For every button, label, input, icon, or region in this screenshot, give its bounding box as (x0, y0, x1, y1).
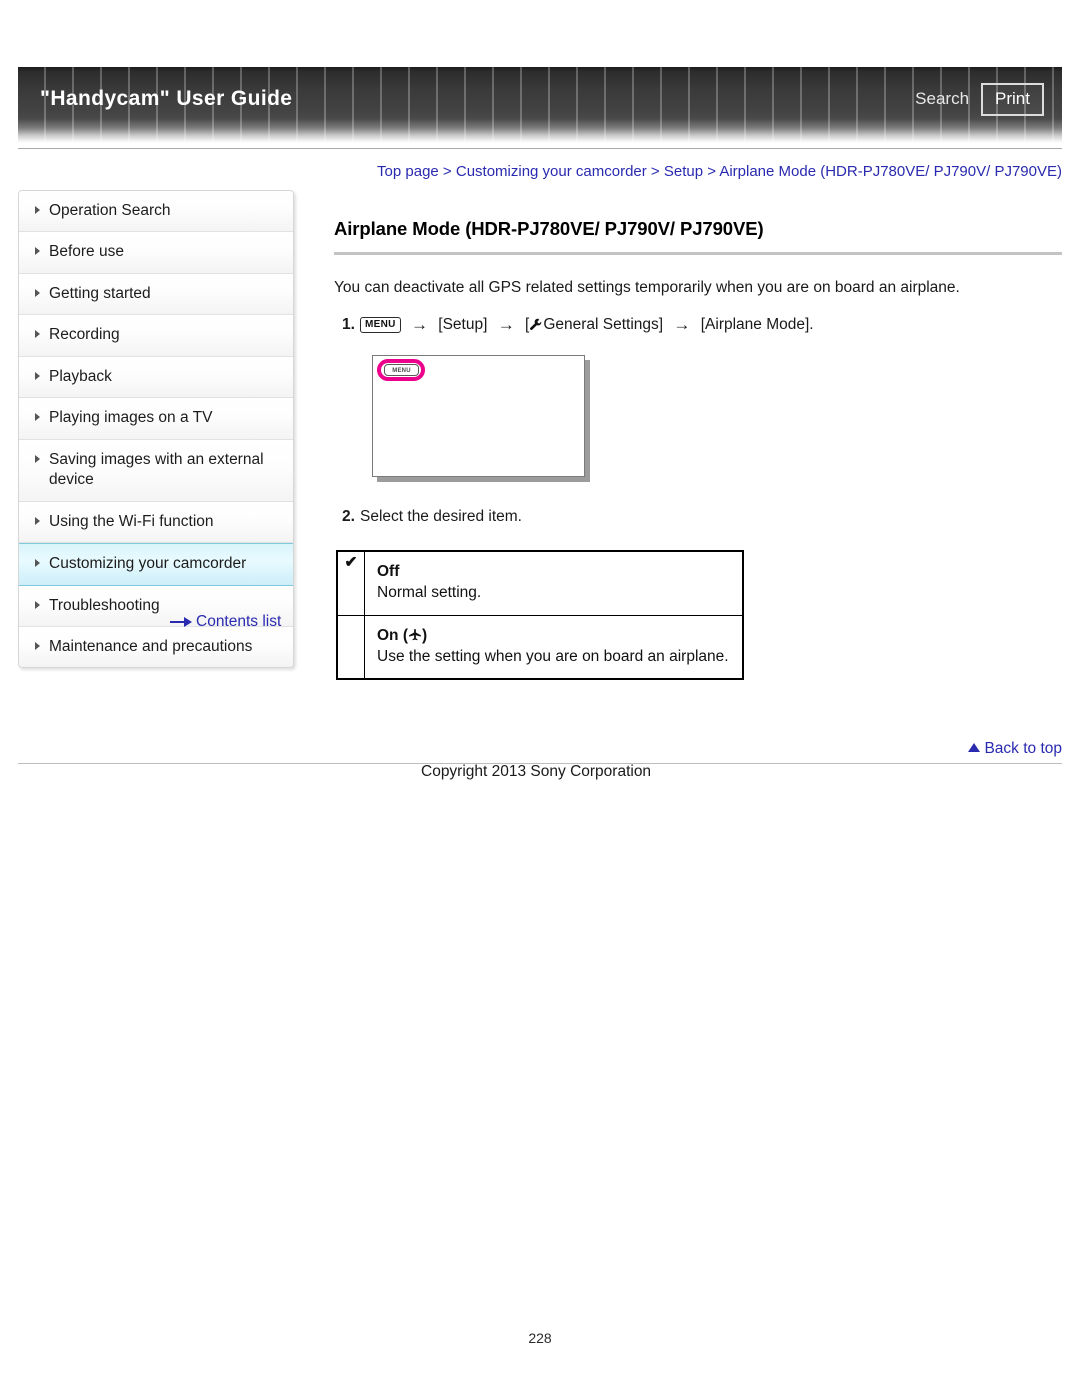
header-divider (18, 148, 1062, 149)
option-name: Off (377, 562, 400, 580)
bullet-icon (35, 413, 40, 422)
option-name-suffix: ) (422, 626, 428, 644)
bullet-icon (35, 288, 40, 297)
arrow-icon: → (497, 315, 515, 335)
sidebar-item-label: Playback (49, 367, 112, 385)
lcd-screen-illustration: MENU (372, 354, 590, 482)
table-row: ✔ Off Normal setting. (336, 550, 744, 616)
options-table: ✔ Off Normal setting. On () Use the sett… (336, 549, 744, 681)
sidebar-item-label: Operation Search (49, 202, 171, 219)
bullet-icon (35, 371, 40, 380)
sidebar-item-label: Playing images on a TV (49, 409, 213, 427)
step-2-number: 2. (342, 507, 355, 525)
option-description: Use the setting when you are on board an… (377, 648, 729, 666)
search-link[interactable]: Search (915, 89, 969, 109)
contents-list-link[interactable]: Contents list (170, 613, 281, 631)
step-1-airplane-mode-label: [Airplane Mode]. (700, 316, 814, 334)
sidebar-item-playback[interactable]: Playback (19, 356, 293, 399)
bullet-icon (35, 516, 40, 525)
contents-list-label: Contents list (196, 613, 282, 630)
step-2: 2. Select the desired item. (334, 505, 1062, 528)
sidebar-item-label: Maintenance and precautions (49, 637, 253, 655)
back-to-top-label: Back to top (984, 740, 1062, 757)
sidebar-item-before-use[interactable]: Before use (19, 232, 293, 274)
bullet-icon (35, 330, 40, 339)
step-1-number: 1. (342, 316, 355, 334)
step-1-setup-label: [Setup] (438, 316, 488, 334)
option-selected-check: ✔ (336, 550, 365, 616)
sidebar-item-label: Customizing your camcorder (49, 555, 247, 573)
menu-button-icon: MENU (360, 317, 401, 333)
page-title: Airplane Mode (HDR-PJ780VE/ PJ790V/ PJ79… (334, 218, 764, 239)
step-2-text: Select the desired item. (360, 507, 522, 525)
option-cell-off[interactable]: Off Normal setting. (364, 550, 744, 616)
header-banner: "Handycam" User Guide Search Print (18, 67, 1062, 143)
bullet-icon (35, 600, 40, 609)
option-cell-on[interactable]: On () Use the setting when you are on bo… (364, 614, 744, 680)
page-number: 228 (528, 1330, 552, 1346)
intro-paragraph: You can deactivate all GPS related setti… (334, 279, 960, 296)
copyright-text: Copyright 2013 Sony Corporation (421, 763, 652, 780)
arrow-icon: → (673, 315, 691, 335)
sidebar-item-label: Getting started (49, 284, 151, 302)
arrow-icon: → (410, 315, 428, 335)
bullet-icon (35, 454, 40, 463)
sidebar-navigation: Operation Search Before use Getting star… (18, 190, 294, 669)
sidebar-item-customizing-your-camcorder[interactable]: Customizing your camcorder (19, 543, 293, 586)
option-selected-check (336, 614, 365, 680)
bullet-icon (35, 559, 40, 568)
sidebar-item-label: Recording (49, 326, 120, 344)
bullet-icon (35, 247, 40, 256)
lcd-screen: MENU (372, 354, 585, 477)
arrow-right-icon (170, 617, 192, 627)
sidebar-item-label: Using the Wi-Fi function (49, 512, 214, 530)
header-actions: Search Print (915, 83, 1044, 116)
sidebar-item-recording[interactable]: Recording (19, 315, 293, 357)
sidebar-item-operation-search[interactable]: Operation Search (19, 191, 293, 233)
step-1: 1. MENU → [Setup] → [General Settings] →… (334, 313, 1062, 336)
option-name: On () (377, 625, 732, 646)
wrench-icon (530, 319, 542, 331)
step-1-general-settings-label: General Settings] (543, 316, 664, 334)
sidebar-item-saving-images-with-an-external-device[interactable]: Saving images with an external device (19, 439, 293, 502)
airplane-icon (409, 628, 421, 640)
title-divider (334, 252, 1062, 255)
sidebar-item-playing-images-on-a-tv[interactable]: Playing images on a TV (19, 398, 293, 440)
print-button[interactable]: Print (981, 83, 1044, 116)
bullet-icon (35, 206, 40, 214)
step-1-body: MENU → [Setup] → [General Settings] → [A… (360, 313, 1062, 336)
option-description: Normal setting. (377, 584, 482, 602)
breadcrumb[interactable]: Top page > Customizing your camcorder > … (334, 163, 1062, 180)
sidebar-item-label: Saving images with an external device (49, 450, 264, 489)
triangle-up-icon (968, 743, 981, 752)
sidebar-item-label: Before use (49, 243, 124, 261)
sidebar-item-using-the-wi-fi-function[interactable]: Using the Wi-Fi function (19, 501, 293, 544)
option-name-text: On ( (377, 626, 408, 644)
sidebar-item-getting-started[interactable]: Getting started (19, 273, 293, 316)
back-to-top-link[interactable]: Back to top (18, 740, 1062, 758)
menu-highlight-ring (377, 358, 425, 381)
main-content: Airplane Mode (HDR-PJ780VE/ PJ790V/ PJ79… (334, 218, 1062, 681)
sidebar-item-maintenance-and-precautions[interactable]: Maintenance and precautions (19, 626, 293, 668)
app-title: "Handycam" User Guide (40, 87, 293, 110)
bullet-icon (35, 641, 40, 650)
table-row: On () Use the setting when you are on bo… (336, 614, 744, 680)
